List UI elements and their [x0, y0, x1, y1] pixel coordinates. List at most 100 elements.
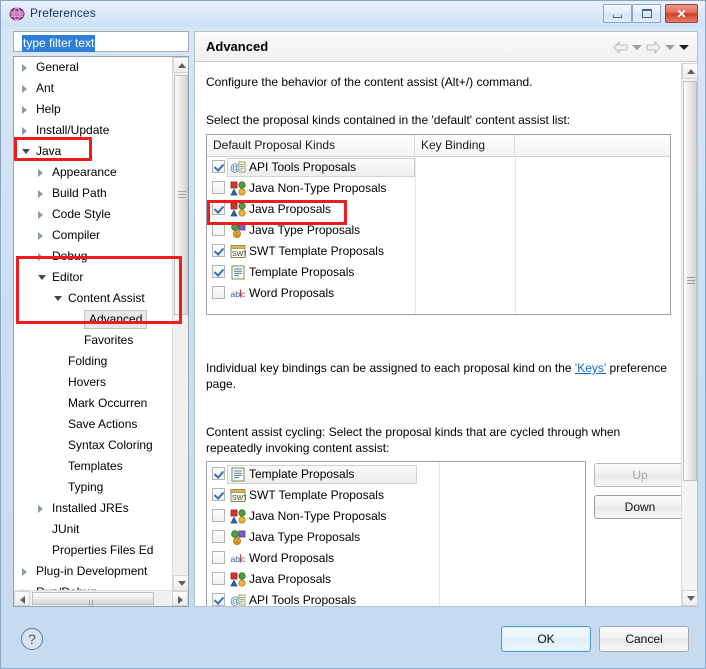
- content-assist-cycling-table[interactable]: Template Proposals SWT SWT Template Propos…: [206, 461, 586, 606]
- tree-scroll-left-button[interactable]: [14, 591, 30, 606]
- proposal-kind-checkbox[interactable]: [212, 223, 225, 236]
- tree-expander-collapsed-icon[interactable]: [22, 568, 27, 576]
- tree-scroll-right-button[interactable]: [172, 591, 188, 606]
- tree-expander-collapsed-icon[interactable]: [38, 211, 43, 219]
- tree-horizontal-scroll-thumb[interactable]: [32, 592, 154, 606]
- forward-dropdown-icon[interactable]: [665, 44, 675, 50]
- column-header-key-binding[interactable]: Key Binding: [415, 135, 515, 156]
- cycling-proposal-kind-row[interactable]: SWT SWT Template Proposals: [207, 485, 585, 506]
- tree-item-advanced[interactable]: Advanced: [14, 309, 172, 330]
- tree-item-java[interactable]: Java: [14, 141, 172, 162]
- tree-expander-collapsed-icon[interactable]: [38, 169, 43, 177]
- default-proposal-kind-row[interactable]: SWT SWT Template Proposals: [207, 241, 670, 262]
- proposal-kind-checkbox[interactable]: [212, 509, 225, 522]
- tree-item-build-path[interactable]: Build Path: [14, 183, 172, 204]
- cycling-proposal-kind-row[interactable]: Template Proposals: [207, 464, 585, 485]
- filter-input[interactable]: type filter text: [13, 31, 189, 52]
- tree-item-compiler[interactable]: Compiler: [14, 225, 172, 246]
- proposal-kind-checkbox[interactable]: [212, 488, 225, 501]
- cycling-proposal-kind-row[interactable]: ab c Word Proposals: [207, 548, 585, 569]
- tree-item-editor[interactable]: Editor: [14, 267, 172, 288]
- tree-expander-collapsed-icon[interactable]: [38, 253, 43, 261]
- proposal-kind-checkbox[interactable]: [212, 286, 225, 299]
- proposal-kind-checkbox[interactable]: [212, 551, 225, 564]
- preference-tree[interactable]: General Ant Help Install/Update Java Appearan…: [13, 56, 189, 607]
- page-vertical-scroll-thumb[interactable]: [683, 81, 697, 481]
- tree-item-typing[interactable]: Typing: [14, 477, 172, 498]
- tree-item-save-actions[interactable]: Save Actions: [14, 414, 172, 435]
- default-proposal-kind-row[interactable]: Java Non-Type Proposals: [207, 178, 670, 199]
- tree-expander-expanded-icon[interactable]: [38, 275, 46, 280]
- proposal-kind-checkbox[interactable]: [212, 202, 225, 215]
- proposal-kind-checkbox[interactable]: [212, 467, 225, 480]
- tree-expander-collapsed-icon[interactable]: [38, 232, 43, 240]
- tree-item-appearance[interactable]: Appearance: [14, 162, 172, 183]
- cycling-proposal-kind-row[interactable]: @ API Tools Proposals: [207, 590, 585, 606]
- tree-expander-collapsed-icon[interactable]: [38, 505, 43, 513]
- tree-item-syntax-coloring[interactable]: Syntax Coloring: [14, 435, 172, 456]
- tree-expander-collapsed-icon[interactable]: [22, 85, 27, 93]
- default-proposal-kind-row[interactable]: Java Proposals: [207, 199, 670, 220]
- column-header-blank[interactable]: [515, 135, 670, 156]
- cycling-proposal-kind-row[interactable]: Java Non-Type Proposals: [207, 506, 585, 527]
- tree-item-templates[interactable]: Templates: [14, 456, 172, 477]
- tree-item-general[interactable]: General: [14, 57, 172, 78]
- page-scroll-down-button[interactable]: [682, 590, 698, 606]
- tree-item-junit[interactable]: JUnit: [14, 519, 172, 540]
- tree-expander-collapsed-icon[interactable]: [22, 106, 27, 114]
- tree-horizontal-scrollbar[interactable]: [14, 590, 188, 606]
- tree-expander-collapsed-icon[interactable]: [22, 64, 27, 72]
- default-proposal-kind-row[interactable]: ab c Word Proposals: [207, 283, 670, 304]
- proposal-kind-checkbox[interactable]: [212, 530, 225, 543]
- cancel-button[interactable]: Cancel: [599, 626, 689, 652]
- tree-item-properties-files-ed[interactable]: Properties Files Ed: [14, 540, 172, 561]
- maximize-button[interactable]: [632, 4, 661, 23]
- tree-expander-collapsed-icon[interactable]: [22, 127, 27, 135]
- proposal-kind-checkbox[interactable]: [212, 160, 225, 173]
- minimize-button[interactable]: [603, 4, 632, 23]
- tree-scroll-up-button[interactable]: [173, 57, 188, 73]
- tree-item-folding[interactable]: Folding: [14, 351, 172, 372]
- proposal-kind-checkbox[interactable]: [212, 265, 225, 278]
- tree-vertical-scroll-thumb[interactable]: [174, 75, 188, 315]
- tree-scroll-down-button[interactable]: [173, 575, 188, 591]
- tree-vertical-scrollbar[interactable]: [172, 57, 188, 591]
- tree-item-plug-in-development[interactable]: Plug-in Development: [14, 561, 172, 582]
- tree-item-favorites[interactable]: Favorites: [14, 330, 172, 351]
- proposal-kind-checkbox[interactable]: [212, 593, 225, 606]
- page-scroll-up-button[interactable]: [682, 63, 698, 79]
- cycling-proposal-kind-row[interactable]: Java Type Proposals: [207, 527, 585, 548]
- proposal-kind-checkbox[interactable]: [212, 244, 225, 257]
- default-proposal-kinds-table[interactable]: Default Proposal Kinds Key Binding @ API …: [206, 134, 671, 315]
- tree-item-hovers[interactable]: Hovers: [14, 372, 172, 393]
- cycling-proposal-kind-row[interactable]: Java Proposals: [207, 569, 585, 590]
- move-down-button[interactable]: Down: [594, 495, 686, 519]
- tree-item-install-update[interactable]: Install/Update: [14, 120, 172, 141]
- tree-item-content-assist[interactable]: Content Assist: [14, 288, 172, 309]
- proposal-kind-checkbox[interactable]: [212, 181, 225, 194]
- tree-item-installed-jres[interactable]: Installed JREs: [14, 498, 172, 519]
- help-button[interactable]: ?: [21, 628, 43, 650]
- tree-expander-expanded-icon[interactable]: [22, 149, 30, 154]
- forward-arrow-icon[interactable]: [646, 40, 661, 54]
- close-button[interactable]: ✕: [665, 4, 698, 23]
- tree-item-mark-occurren[interactable]: Mark Occurren: [14, 393, 172, 414]
- proposal-kind-checkbox[interactable]: [212, 572, 225, 585]
- tree-item-ant[interactable]: Ant: [14, 78, 172, 99]
- tree-item-code-style[interactable]: Code Style: [14, 204, 172, 225]
- default-proposal-kind-row[interactable]: @ API Tools Proposals: [207, 157, 670, 178]
- tree-item-debug[interactable]: Debug: [14, 246, 172, 267]
- tree-expander-collapsed-icon[interactable]: [38, 190, 43, 198]
- default-proposal-kind-row[interactable]: Java Type Proposals: [207, 220, 670, 241]
- default-proposal-kind-row[interactable]: Template Proposals: [207, 262, 670, 283]
- tree-item-help[interactable]: Help: [14, 99, 172, 120]
- column-header-default-proposal-kinds[interactable]: Default Proposal Kinds: [207, 135, 415, 156]
- move-up-button[interactable]: Up: [594, 463, 686, 487]
- keys-preference-link[interactable]: 'Keys': [575, 361, 606, 375]
- page-vertical-scrollbar[interactable]: [681, 63, 698, 606]
- tree-expander-expanded-icon[interactable]: [54, 296, 62, 301]
- view-menu-dropdown-icon[interactable]: [679, 44, 689, 50]
- back-dropdown-icon[interactable]: [632, 44, 642, 50]
- ok-button[interactable]: OK: [501, 626, 591, 652]
- back-arrow-icon[interactable]: [613, 40, 628, 54]
